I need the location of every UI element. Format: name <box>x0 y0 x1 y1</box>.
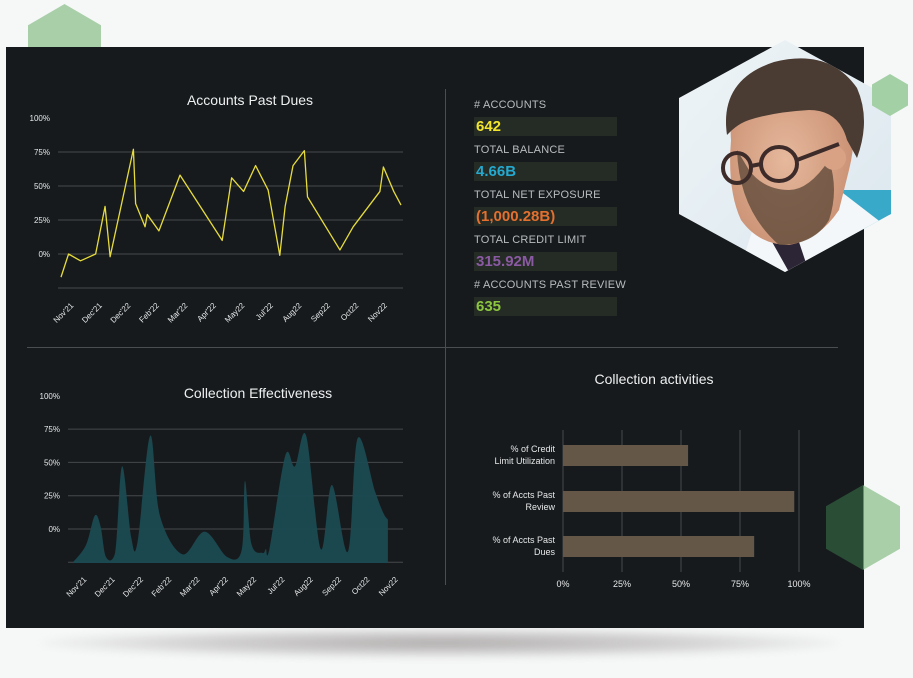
kpi-card: TOTAL NET EXPOSURE (1,000.28B) <box>474 189 617 226</box>
y-tick-label: 100% <box>30 114 50 123</box>
x-tick-label: Dec'21 <box>80 301 104 325</box>
x-tick-label: Feb'22 <box>137 301 161 325</box>
x-tick-label: Dec'22 <box>109 301 133 325</box>
y-tick-label: 0% <box>38 250 50 259</box>
x-tick-label: Nov'21 <box>52 301 76 325</box>
x-tick-label: Sep22 <box>309 301 332 324</box>
kpi-card: # ACCOUNTS 642 <box>474 99 617 136</box>
kpi-value: 4.66B <box>474 162 617 181</box>
x-tick-label: Mar'22 <box>166 301 190 325</box>
kpi-label: # ACCOUNTS PAST REVIEW <box>474 279 626 291</box>
y-tick-label: 75% <box>34 148 50 157</box>
kpi-card: # ACCOUNTS PAST REVIEW 635 <box>474 279 626 316</box>
series-line <box>60 148 402 278</box>
kpi-card: TOTAL CREDIT LIMIT 315.92M <box>474 234 617 271</box>
kpi-value: 642 <box>474 117 617 136</box>
kpi-label: TOTAL NET EXPOSURE <box>474 189 601 201</box>
y-tick-label: 50% <box>34 182 50 191</box>
kpi-label: TOTAL BALANCE <box>474 144 566 156</box>
x-tick-label: May22 <box>223 301 247 325</box>
kpi-label: # ACCOUNTS <box>474 99 547 111</box>
kpi-value: (1,000.28B) <box>474 207 617 226</box>
kpi-value: 635 <box>474 297 617 316</box>
y-tick-label: 25% <box>34 216 50 225</box>
collection-effectiveness-title: Collection Effectiveness <box>183 385 333 401</box>
x-tick-label: Oct22 <box>339 301 361 323</box>
x-tick-label: Apr'22 <box>195 301 218 324</box>
collection-activities-title: Collection activities <box>594 371 714 387</box>
person-photo <box>679 40 891 272</box>
kpi-label: TOTAL CREDIT LIMIT <box>474 234 587 246</box>
x-tick-label: Nov22 <box>366 301 389 324</box>
kpi-card: TOTAL BALANCE 4.66B <box>474 144 617 181</box>
x-tick-label: Aug22 <box>281 301 304 324</box>
x-tick-label: Jul'22 <box>254 301 275 322</box>
kpi-value: 315.92M <box>474 252 617 271</box>
